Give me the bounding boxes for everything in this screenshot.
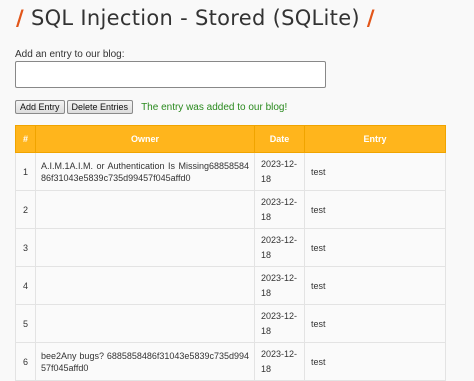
row-date: 2023-12-18 xyxy=(254,342,305,381)
entries-table-wrap: # Owner Date Entry 1 A.I.M.1A.I.M. or Au… xyxy=(15,125,446,381)
row-owner xyxy=(35,266,255,305)
row-num: 5 xyxy=(15,304,36,343)
row-num: 4 xyxy=(15,266,36,305)
row-entry: test xyxy=(304,266,446,305)
row-date: 2023-12-18 xyxy=(254,304,305,343)
table-row: 1 A.I.M.1A.I.M. or Authentication Is Mis… xyxy=(15,152,446,191)
row-owner xyxy=(35,228,255,267)
form-controls: Add Entry Delete Entries The entry was a… xyxy=(15,100,287,114)
row-date: 2023-12-18 xyxy=(254,266,305,305)
status-message: The entry was added to our blog! xyxy=(141,101,288,113)
row-entry: test xyxy=(304,190,446,229)
table-row: 4 2023-12-18 test xyxy=(15,266,446,305)
row-date: 2023-12-18 xyxy=(254,190,305,229)
row-num: 1 xyxy=(15,152,36,191)
header-entry: Entry xyxy=(304,125,446,153)
header-owner: Owner xyxy=(35,125,255,153)
row-owner: A.I.M.1A.I.M. or Authentication Is Missi… xyxy=(35,152,255,191)
row-num: 6 xyxy=(15,342,36,381)
add-entry-button[interactable]: Add Entry xyxy=(15,100,65,114)
table-row: 6 bee2Any bugs? 6885858486f31043e5839c73… xyxy=(15,342,446,381)
entries-table: # Owner Date Entry 1 A.I.M.1A.I.M. or Au… xyxy=(15,125,446,381)
title-slash-right: / xyxy=(366,6,375,30)
header-date: Date xyxy=(254,125,305,153)
row-entry: test xyxy=(304,342,446,381)
entry-label: Add an entry to our blog: xyxy=(15,49,125,60)
row-num: 2 xyxy=(15,190,36,229)
row-date: 2023-12-18 xyxy=(254,228,305,267)
table-header-row: # Owner Date Entry xyxy=(15,125,446,153)
page: / SQL Injection - Stored (SQLite) / Add … xyxy=(0,0,474,381)
row-entry: test xyxy=(304,228,446,267)
row-entry: test xyxy=(304,152,446,191)
row-date: 2023-12-18 xyxy=(254,152,305,191)
page-title-text: SQL Injection - Stored (SQLite) xyxy=(30,6,360,30)
table-row: 5 2023-12-18 test xyxy=(15,304,446,343)
row-owner xyxy=(35,304,255,343)
title-slash-left: / xyxy=(16,6,24,30)
table-row: 3 2023-12-18 test xyxy=(15,228,446,267)
table-row: 2 2023-12-18 test xyxy=(15,190,446,229)
entry-textarea[interactable] xyxy=(15,61,326,88)
page-title: / SQL Injection - Stored (SQLite) / xyxy=(16,6,375,30)
row-owner: bee2Any bugs? 6885858486f31043e5839c735d… xyxy=(35,342,255,381)
row-owner xyxy=(35,190,255,229)
delete-entries-button[interactable]: Delete Entries xyxy=(66,100,134,114)
row-entry: test xyxy=(304,304,446,343)
row-num: 3 xyxy=(15,228,36,267)
header-num: # xyxy=(15,125,36,153)
